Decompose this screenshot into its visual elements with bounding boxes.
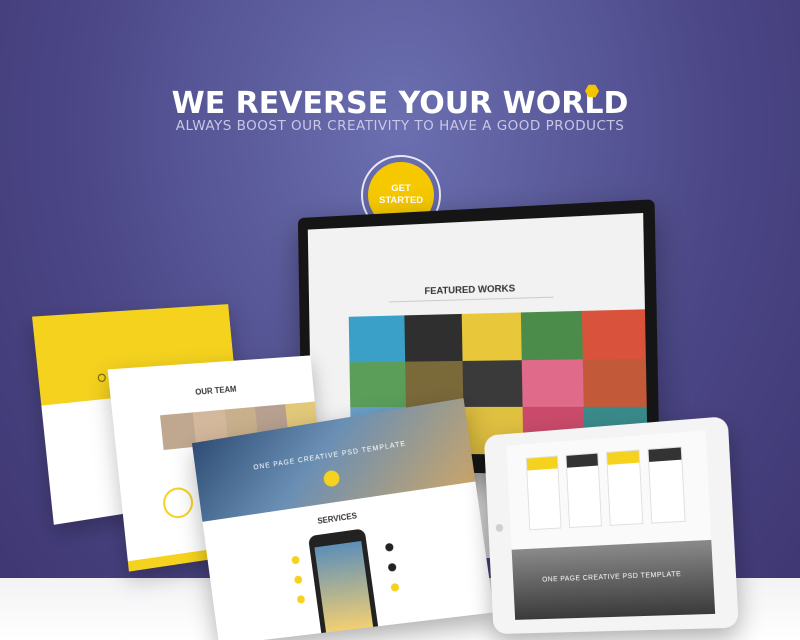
tablet-screen: ONE PAGE CREATIVE PSD TEMPLATE bbox=[506, 430, 715, 620]
hero-subtitle: ALWAYS BOOST OUR CREATIVITY TO HAVE A GO… bbox=[0, 118, 800, 134]
portfolio-tile bbox=[404, 314, 462, 361]
team-member-photo bbox=[160, 412, 196, 450]
tablet-device: ONE PAGE CREATIVE PSD TEMPLATE bbox=[484, 416, 739, 634]
pricing-column bbox=[565, 453, 602, 529]
tablet-home-button bbox=[496, 524, 504, 532]
get-started-label-line1: GET bbox=[379, 183, 423, 195]
service-bullet-icon bbox=[294, 575, 303, 584]
hero-title: WE REVERSE YOUR WORLD bbox=[0, 86, 800, 121]
featured-works-heading: FEATURED WORKS bbox=[309, 279, 645, 300]
get-started-label-line2: STARTED bbox=[379, 195, 423, 207]
pricing-column bbox=[647, 446, 685, 523]
portfolio-tile bbox=[582, 309, 646, 359]
portfolio-tile bbox=[583, 358, 647, 407]
portfolio-tile bbox=[521, 311, 583, 360]
pricing-column bbox=[526, 456, 562, 531]
service-bullet-icon bbox=[390, 583, 399, 592]
heading-divider bbox=[389, 297, 554, 303]
phone-screen bbox=[314, 541, 373, 632]
service-bullet-icon bbox=[297, 595, 306, 604]
service-bullet-icon bbox=[385, 543, 394, 552]
circle-icon bbox=[97, 373, 106, 382]
pricing-column bbox=[606, 449, 643, 525]
portfolio-tile bbox=[462, 312, 522, 360]
portfolio-tile bbox=[463, 360, 523, 407]
portfolio-tile bbox=[522, 359, 584, 407]
portfolio-tile bbox=[349, 315, 405, 362]
skill-circle bbox=[162, 486, 195, 520]
our-team-heading: OUR TEAM bbox=[110, 379, 313, 404]
portfolio-tile bbox=[349, 361, 405, 407]
service-bullet-icon bbox=[291, 556, 300, 565]
service-bullet-icon bbox=[388, 563, 397, 572]
smartphone-mockup bbox=[308, 528, 380, 640]
